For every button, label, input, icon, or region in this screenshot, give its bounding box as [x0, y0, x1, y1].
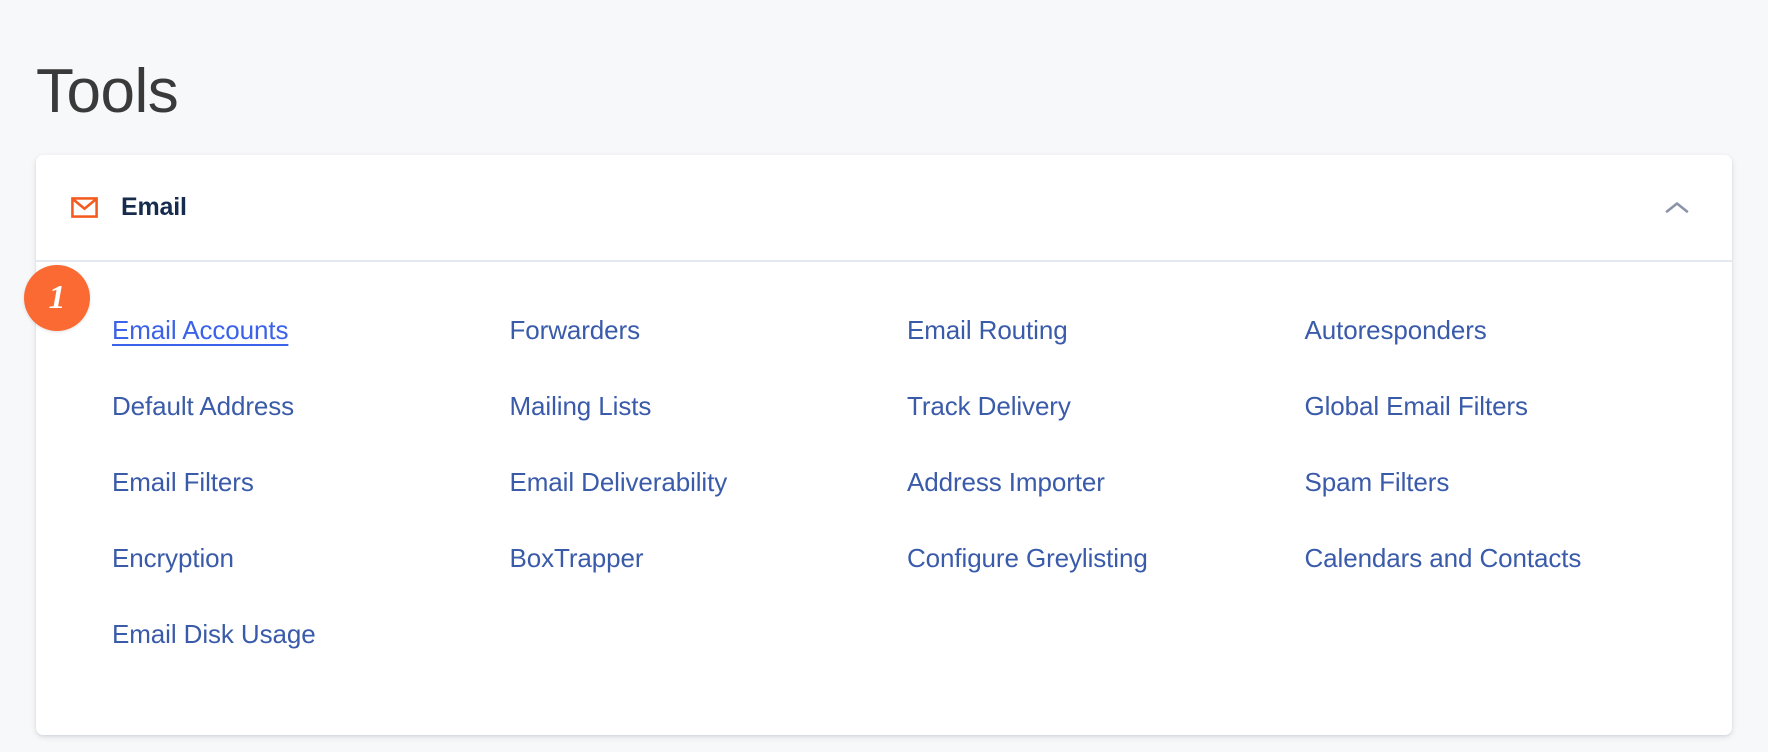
- tool-link-encryption[interactable]: Encryption: [112, 520, 234, 596]
- tool-link-forwarders[interactable]: Forwarders: [510, 292, 641, 368]
- tool-link-calendars-and-contacts[interactable]: Calendars and Contacts: [1305, 520, 1582, 596]
- tool-link-boxtrapper[interactable]: BoxTrapper: [510, 520, 644, 596]
- tool-link-configure-greylisting[interactable]: Configure Greylisting: [907, 520, 1148, 596]
- grid-cell: Calendars and Contacts: [1305, 520, 1703, 596]
- envelope-icon: [70, 193, 99, 222]
- grid-cell: BoxTrapper: [510, 520, 908, 596]
- grid-cell: Email Filters: [112, 444, 510, 520]
- grid-cell: Address Importer: [907, 444, 1305, 520]
- grid-cell: Track Delivery: [907, 368, 1305, 444]
- step-badge-number: 1: [48, 279, 66, 316]
- grid-cell: Autoresponders: [1305, 292, 1703, 368]
- grid-cell: Mailing Lists: [510, 368, 908, 444]
- tool-link-autoresponders[interactable]: Autoresponders: [1305, 292, 1487, 368]
- tool-link-spam-filters[interactable]: Spam Filters: [1305, 444, 1450, 520]
- card-title: Email: [121, 193, 187, 221]
- step-badge-1: 1: [24, 265, 90, 331]
- chevron-up-icon: [1664, 200, 1690, 216]
- card-header-left: Email: [70, 193, 187, 222]
- tool-link-track-delivery[interactable]: Track Delivery: [907, 368, 1071, 444]
- card-body: Email Accounts Forwarders Email Routing …: [36, 262, 1732, 672]
- tool-link-default-address[interactable]: Default Address: [112, 368, 294, 444]
- grid-cell: Global Email Filters: [1305, 368, 1703, 444]
- tool-links-grid: Email Accounts Forwarders Email Routing …: [36, 292, 1732, 672]
- grid-cell: Encryption: [112, 520, 510, 596]
- tool-link-email-accounts[interactable]: Email Accounts: [112, 292, 288, 368]
- grid-cell-empty: [510, 596, 908, 672]
- tool-link-email-filters[interactable]: Email Filters: [112, 444, 254, 520]
- tool-link-global-email-filters[interactable]: Global Email Filters: [1305, 368, 1529, 444]
- collapse-toggle-button[interactable]: [1660, 191, 1694, 225]
- grid-cell: Email Deliverability: [510, 444, 908, 520]
- tool-link-email-disk-usage[interactable]: Email Disk Usage: [112, 596, 316, 672]
- grid-cell-empty: [907, 596, 1305, 672]
- grid-cell: Email Routing: [907, 292, 1305, 368]
- grid-cell: Configure Greylisting: [907, 520, 1305, 596]
- grid-cell-empty: [1305, 596, 1703, 672]
- card-header[interactable]: Email: [36, 155, 1732, 262]
- grid-cell: Forwarders: [510, 292, 908, 368]
- grid-cell: Default Address: [112, 368, 510, 444]
- email-tools-card: 1 Email Email Accounts Forwarders Email: [24, 155, 1732, 735]
- grid-cell: Email Disk Usage: [112, 596, 510, 672]
- page-title: Tools: [36, 56, 179, 126]
- grid-cell: Email Accounts: [112, 292, 510, 368]
- tool-link-email-deliverability[interactable]: Email Deliverability: [510, 444, 728, 520]
- grid-cell: Spam Filters: [1305, 444, 1703, 520]
- tool-link-email-routing[interactable]: Email Routing: [907, 292, 1068, 368]
- tool-link-mailing-lists[interactable]: Mailing Lists: [510, 368, 652, 444]
- tool-link-address-importer[interactable]: Address Importer: [907, 444, 1105, 520]
